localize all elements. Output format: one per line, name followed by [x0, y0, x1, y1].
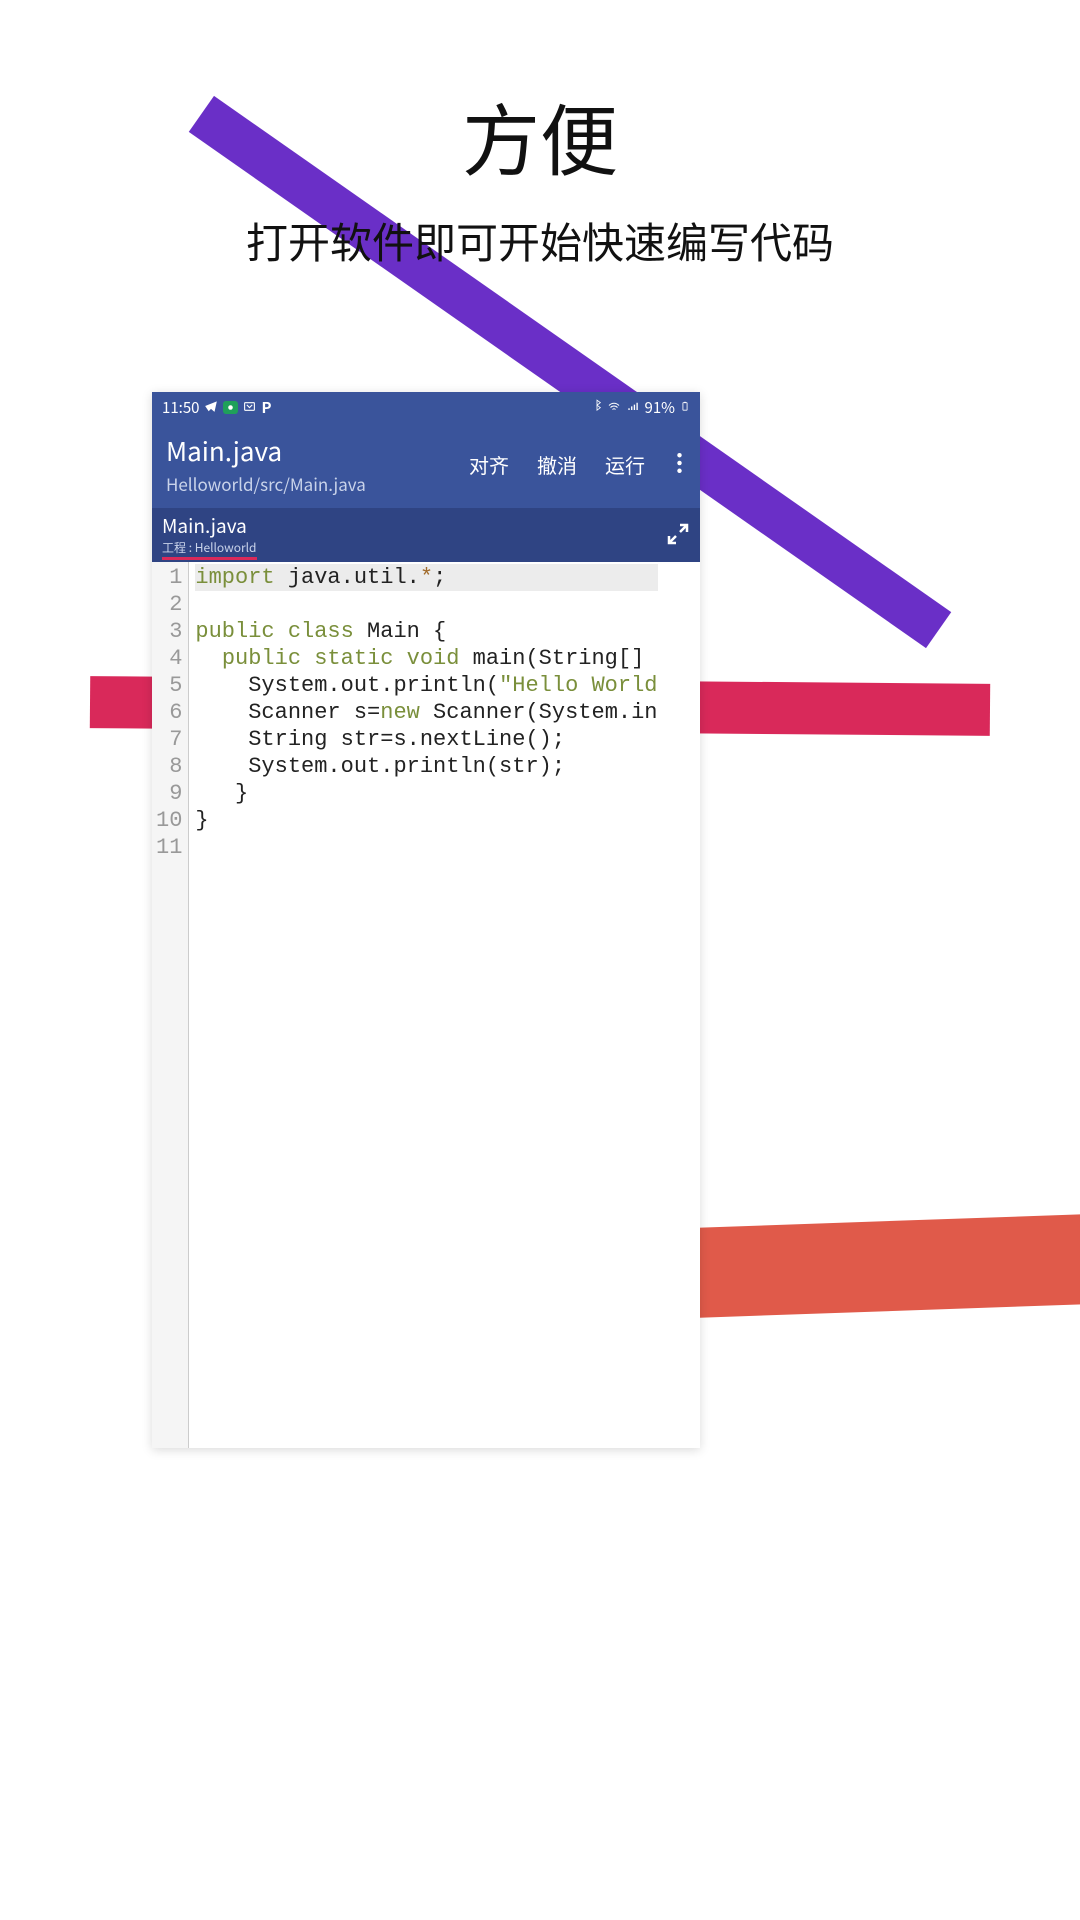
line-number: 3 — [156, 618, 182, 645]
tab-bar: Main.java 工程 : Helloworld — [152, 508, 700, 562]
line-number: 11 — [156, 834, 182, 861]
undo-button[interactable]: 撤消 — [537, 450, 577, 479]
line-number: 1 — [156, 564, 182, 591]
p-icon: P — [261, 397, 271, 418]
code-line: System.out.println(str); — [195, 753, 657, 780]
code-line: } — [195, 807, 657, 834]
line-number: 6 — [156, 699, 182, 726]
code-line: } — [195, 780, 657, 807]
code-line — [195, 591, 657, 618]
camera-icon — [223, 401, 238, 414]
promo-subtitle: 打开软件即可开始快速编写代码 — [0, 210, 1080, 271]
tab-project: 工程 : Helloworld — [162, 539, 257, 560]
app-path: Helloworld/src/Main.java — [166, 471, 469, 496]
line-number: 2 — [156, 591, 182, 618]
decorative-stripe-orange — [669, 1211, 1080, 1318]
tab-item[interactable]: Main.java 工程 : Helloworld — [162, 512, 257, 560]
status-bar: 11:50 P 91% — [152, 392, 700, 422]
code-line — [195, 834, 657, 861]
line-number: 10 — [156, 807, 182, 834]
code-line: String str=s.nextLine(); — [195, 726, 657, 753]
promo-header: 方便 打开软件即可开始快速编写代码 — [0, 80, 1080, 271]
code-editor[interactable]: 1234567891011 import java.util.*; public… — [152, 562, 700, 1448]
code-line: public class Main { — [195, 618, 657, 645]
bluetooth-icon — [592, 397, 602, 418]
line-number: 4 — [156, 645, 182, 672]
line-number: 9 — [156, 780, 182, 807]
line-number: 8 — [156, 753, 182, 780]
code-line: import java.util.*; — [195, 564, 657, 591]
expand-icon[interactable] — [666, 522, 690, 551]
line-number: 7 — [156, 726, 182, 753]
app-title: Main.java — [166, 432, 469, 469]
code-area[interactable]: import java.util.*; public class Main { … — [189, 562, 657, 1448]
battery-icon — [680, 397, 690, 418]
battery-text: 91% — [645, 397, 675, 418]
signal-icon — [626, 397, 640, 418]
card-icon — [243, 397, 256, 418]
wifi-icon — [607, 397, 621, 418]
line-gutter: 1234567891011 — [152, 562, 189, 1448]
run-button[interactable]: 运行 — [605, 450, 645, 479]
phone-screenshot: 11:50 P 91% Main.java Helloworld/src/Mai… — [152, 392, 700, 1448]
more-icon[interactable] — [673, 450, 686, 479]
app-bar: Main.java Helloworld/src/Main.java 对齐 撤消… — [152, 422, 700, 508]
status-time: 11:50 — [162, 397, 199, 418]
code-line: public static void main(String[] — [195, 645, 657, 672]
code-line: Scanner s=new Scanner(System.in — [195, 699, 657, 726]
line-number: 5 — [156, 672, 182, 699]
tab-name: Main.java — [162, 512, 257, 539]
align-button[interactable]: 对齐 — [469, 450, 509, 479]
promo-title: 方便 — [0, 80, 1080, 192]
telegram-icon — [204, 397, 218, 418]
code-line: System.out.println("Hello World — [195, 672, 657, 699]
